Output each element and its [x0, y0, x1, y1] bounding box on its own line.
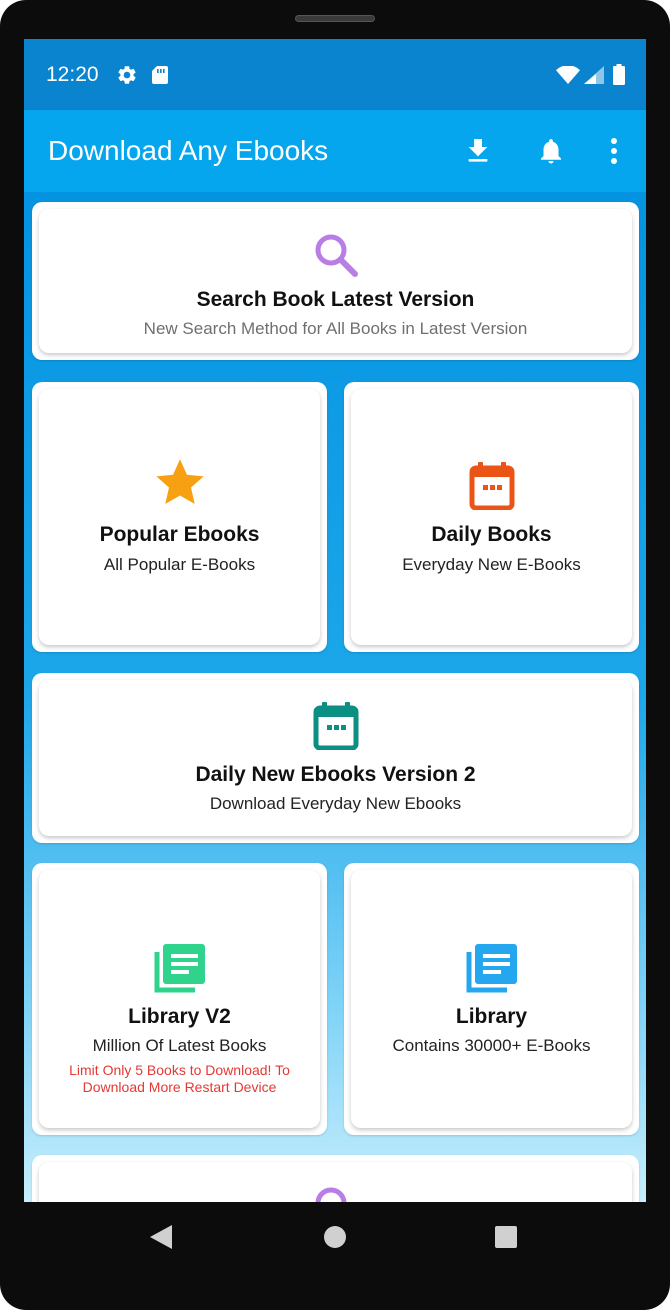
daily-new-ebooks-v2-subtitle: Download Everyday New Ebooks [209, 794, 462, 813]
wifi-icon [556, 65, 580, 89]
daily-books-subtitle: Everyday New E-Books [402, 555, 581, 574]
search-book-card[interactable]: Search Book Latest Version New Search Me… [32, 202, 639, 360]
menu-grid: Search Book Latest Version New Search Me… [24, 192, 646, 1202]
battery-icon [613, 64, 625, 90]
recents-icon[interactable] [495, 1226, 517, 1253]
library-v2-warning-line2: Download More Restart Device [82, 1079, 277, 1095]
sd-card-icon [151, 65, 169, 90]
calendar-icon [313, 702, 359, 755]
daily-new-ebooks-v2-card[interactable]: Daily New Ebooks Version 2 Download Ever… [32, 673, 639, 843]
more-vert-icon[interactable] [604, 135, 624, 172]
download-icon[interactable] [462, 135, 494, 172]
popular-ebooks-title: Popular Ebooks [99, 523, 260, 546]
bell-icon[interactable] [536, 135, 566, 172]
app-bar: Download Any Ebooks [24, 110, 646, 192]
daily-books-title: Daily Books [431, 523, 552, 546]
daily-new-ebooks-v2-title: Daily New Ebooks Version 2 [195, 763, 476, 786]
library-title: Library [455, 1005, 528, 1028]
library-icon [153, 942, 207, 999]
popular-ebooks-card[interactable]: Popular Ebooks All Popular E-Books [32, 382, 327, 652]
device-frame: 12:20 Download Any Ebooks Search Book La… [0, 0, 670, 1310]
popular-ebooks-subtitle: All Popular E-Books [103, 555, 256, 574]
home-icon[interactable] [324, 1226, 346, 1253]
daily-books-card[interactable]: Daily Books Everyday New E-Books [344, 382, 639, 652]
calendar-icon [469, 462, 515, 515]
settings-gear-icon [116, 64, 138, 91]
search-icon [311, 230, 361, 285]
library-icon [465, 942, 519, 999]
library-subtitle: Contains 30000+ E-Books [392, 1036, 591, 1055]
app-title: Download Any Ebooks [48, 135, 329, 166]
next-card-partial[interactable] [32, 1155, 639, 1202]
search-book-title: Search Book Latest Version [196, 288, 475, 311]
library-v2-subtitle: Million Of Latest Books [92, 1036, 267, 1055]
search-book-subtitle: New Search Method for All Books in Lates… [143, 319, 528, 338]
status-bar: 12:20 [24, 39, 646, 110]
system-nav-bar [24, 1202, 646, 1274]
screen: 12:20 Download Any Ebooks Search Book La… [24, 39, 646, 1202]
library-v2-card[interactable]: Library V2 Million Of Latest Books Limit… [32, 863, 327, 1135]
star-icon [153, 459, 207, 514]
library-v2-title: Library V2 [128, 1005, 231, 1028]
back-icon[interactable] [150, 1225, 172, 1254]
speaker-grille [295, 15, 375, 22]
status-time: 12:20 [46, 63, 99, 86]
library-v2-warning-line1: Limit Only 5 Books to Download! To [69, 1062, 290, 1078]
cell-signal-icon [584, 66, 604, 89]
search-icon [311, 1183, 361, 1202]
library-card[interactable]: Library Contains 30000+ E-Books [344, 863, 639, 1135]
